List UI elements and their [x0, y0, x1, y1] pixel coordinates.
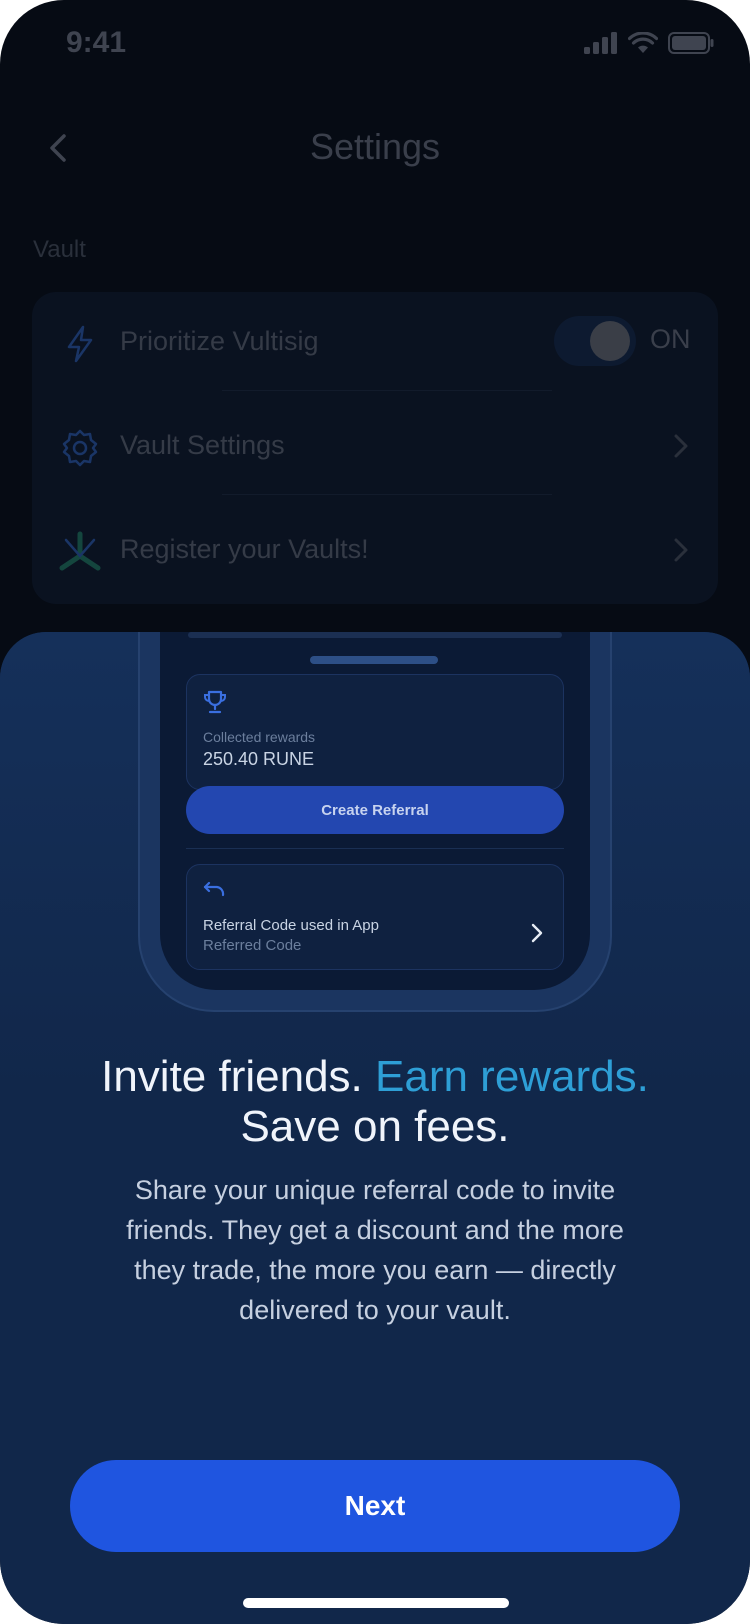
setting-label: Prioritize Vultisig [120, 326, 319, 356]
toggle-state-label: ON [650, 324, 691, 354]
nav-header: Settings [0, 110, 750, 190]
rewards-value: 250.40 RUNE [203, 749, 315, 769]
setting-label: Vault Settings [120, 430, 285, 460]
mockup-divider [188, 632, 562, 638]
setting-row-register-vaults[interactable]: Register your Vaults! [32, 500, 718, 604]
referral-title: Referral Code used in App [203, 917, 379, 934]
vault-settings-card: Prioritize Vultisig ON Vault Settings Re… [32, 292, 718, 604]
toggle-knob [590, 321, 630, 361]
section-label-vault: Vault [33, 236, 86, 263]
next-button[interactable]: Next [70, 1460, 680, 1552]
mock-divider [186, 848, 564, 849]
wifi-icon [627, 31, 659, 59]
page-title: Settings [309, 126, 441, 167]
undo-arrow-icon [203, 879, 227, 904]
sheet-headline: Invite friends. Earn rewards. Save on fe… [40, 1052, 710, 1152]
chevron-right-icon [672, 536, 690, 569]
status-bar: 9:41 [0, 0, 750, 92]
referral-onboarding-sheet: Collected rewards 250.40 RUNE Create Ref… [0, 632, 750, 1624]
setting-label: Register your Vaults! [120, 534, 369, 564]
sheet-handle [310, 656, 438, 664]
sheet-description: Share your unique referral code to invit… [126, 1175, 624, 1325]
gear-icon [56, 424, 104, 472]
mock-referral-code-card: Referral Code used in App Referred Code [186, 864, 564, 970]
headline-save: Save on fees. [240, 1102, 510, 1151]
status-time: 9:41 [66, 26, 127, 59]
trophy-icon [203, 689, 227, 720]
battery-icon [668, 32, 714, 59]
mock-collected-rewards-card: Collected rewards 250.40 RUNE [186, 674, 564, 790]
phone-screen: 9:41 Settings Vault Prioritize Vultisig … [0, 0, 750, 1624]
row-divider [222, 494, 552, 495]
headline-earn-accent: Earn rewards. [375, 1052, 649, 1101]
vultisig-logo-icon [56, 528, 104, 576]
mock-create-referral-button: Create Referral [186, 786, 564, 834]
setting-row-vault-settings[interactable]: Vault Settings [32, 396, 718, 500]
signal-icon [584, 32, 618, 59]
chevron-right-icon [672, 432, 690, 465]
lightning-icon [56, 320, 104, 368]
row-divider [222, 390, 552, 391]
chevron-right-icon [531, 923, 543, 948]
setting-row-prioritize-vultisig[interactable]: Prioritize Vultisig ON [32, 292, 718, 396]
referral-subtitle: Referred Code [203, 937, 302, 954]
prioritize-vultisig-toggle[interactable] [554, 316, 636, 366]
home-indicator [243, 1598, 509, 1608]
rewards-caption: Collected rewards [203, 729, 316, 745]
status-icons [584, 31, 714, 59]
headline-invite: Invite friends. [101, 1052, 363, 1101]
